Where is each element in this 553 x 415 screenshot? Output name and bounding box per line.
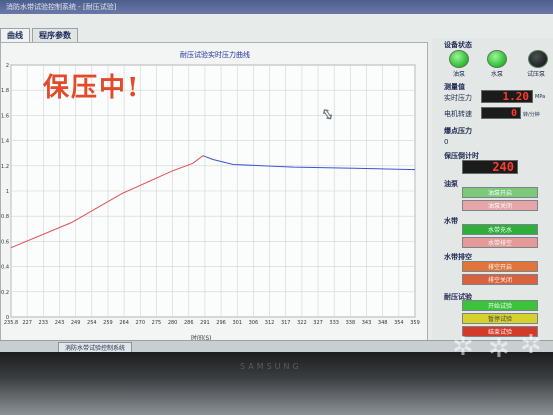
pressure-readout: 1.20 [481,90,533,103]
test-pause-button[interactable]: 暂停试验 [462,313,538,324]
pressure-label: 实时压力 [444,94,472,102]
x-tick-label: 254 [87,320,97,326]
x-tick-label: 291 [200,320,210,326]
y-tick-label: 2 [6,63,9,69]
x-tick-label: 359 [410,320,420,326]
x-tick-label: 322 [297,320,307,326]
x-tick-label: 333 [329,320,339,326]
water-pump-led [487,50,507,68]
y-tick-label: 0.8 [1,214,9,220]
x-tick-label: 317 [281,320,291,326]
oil-pump-label: 油泵 [453,71,466,78]
x-tick-label: 227 [22,320,32,326]
test-start-button[interactable]: 开始试验 [462,300,538,311]
pump-stop-button[interactable]: 油泵关闭 [462,200,538,211]
gear-icon-2: ✲ [488,334,510,364]
water-start-button[interactable]: 水带充水 [462,224,538,235]
test-pump-label: 试压泵 [527,71,546,78]
x-tick-label: 327 [313,320,323,326]
x-tick-label: 296 [216,320,226,326]
x-tick-label: 264 [119,320,129,326]
gear-icon: ✲ [452,332,474,362]
status-title: 设备状态 [444,41,472,49]
water-pump-label: 水泵 [491,71,504,78]
gear-icon-3: ✲ [520,330,542,360]
y-tick-label: 0.2 [1,290,9,296]
burst-title: 爆点压力 [444,127,472,135]
pressure-unit: MPa [535,94,546,100]
window-title: 消防水带试验控制系统 - [耐压试验] [0,0,553,14]
y-tick-label: 1 [6,189,9,195]
tab-program-params[interactable]: 程序参数 [32,28,78,42]
x-tick-label: 348 [378,320,388,326]
drain-start-button[interactable]: 排空开启 [462,261,538,272]
test-pump-led [528,50,548,68]
y-tick-label: 1.8 [1,88,9,94]
x-tick-label: 235.8 [4,320,18,326]
pump-start-button[interactable]: 油泵开启 [462,187,538,198]
burst-value: 0 [444,138,449,146]
measure-title: 测量值 [444,83,465,91]
x-tick-label: 275 [152,320,162,326]
speed-unit: 转/分钟 [523,112,540,118]
x-tick-label: 243 [55,320,65,326]
tab-bar: 曲线 程序参数 [0,28,78,42]
taskbar-app-item[interactable]: 消防水带试验控制系统 [58,342,133,352]
water-title: 水带 [444,217,458,225]
timer-readout: 240 [462,160,518,174]
control-panel: 设备状态 油泵 水泵 试压泵 测量值 实时压力 1.20 MPa 电机转速 0 … [432,38,553,350]
y-tick-label: 1.6 [1,113,9,119]
x-tick-label: 286 [184,320,194,326]
y-tick-label: 1.4 [1,139,9,145]
x-tick-label: 338 [346,320,356,326]
x-tick-label: 259 [103,320,113,326]
x-tick-label: 233 [39,320,49,326]
speed-label: 电机转速 [444,110,472,118]
y-tick-label: 1.2 [1,164,9,170]
drain-stop-button[interactable]: 排空关闭 [462,274,538,285]
pump-title: 油泵 [444,180,458,188]
x-tick-label: 312 [265,320,275,326]
holding-pressure-text: 保压中! [43,73,141,103]
screen: 消防水带试验控制系统 - [耐压试验] 曲线 程序参数 耐压试验实时压力曲线 2… [0,0,553,352]
x-tick-label: 301 [232,320,242,326]
x-tick-label: 306 [249,320,259,326]
monitor-brand: SAMSUNG [240,362,302,371]
tab-curve[interactable]: 曲线 [0,28,30,42]
x-tick-label: 280 [168,320,178,326]
water-stop-button[interactable]: 水带排空 [462,237,538,248]
x-tick-label: 354 [394,320,404,326]
oil-pump-led [449,50,469,68]
y-tick-label: 0.6 [1,239,9,245]
x-tick-label: 343 [362,320,372,326]
x-tick-label: 249 [71,320,81,326]
chart-panel: 耐压试验实时压力曲线 2 1.8 1.6 1.4 1.2 1 0.8 0.6 0.4 0.2 0 23… [0,42,428,346]
x-tick-label: 270 [136,320,146,326]
speed-readout: 0 [481,107,521,119]
y-tick-label: 0.4 [1,265,9,271]
